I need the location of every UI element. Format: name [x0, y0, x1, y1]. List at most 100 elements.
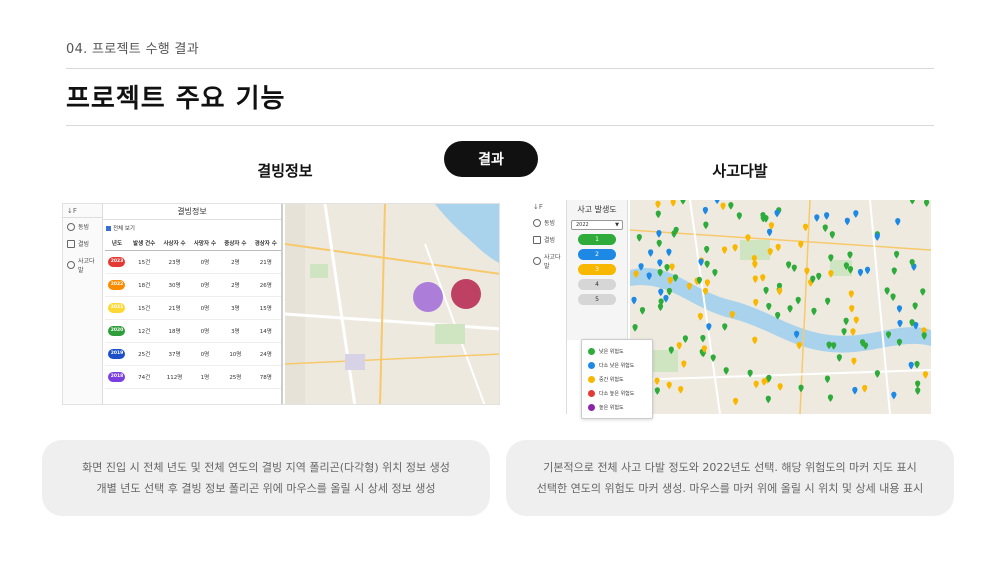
table-cell: 18명 — [159, 319, 190, 343]
sidebar-item-dongbing[interactable]: 동빙 — [529, 214, 566, 231]
frost-caption: 화면 진입 시 전체 년도 및 전체 연도의 결빙 지역 폴리곤(다각형) 위치… — [42, 440, 490, 516]
frost-map[interactable] — [285, 204, 499, 404]
table-cell: 21명 — [159, 296, 190, 320]
sort-icon[interactable]: ↓F — [529, 200, 566, 214]
table-header-cell: 년도 — [105, 236, 129, 251]
risk-level-button[interactable]: 3 — [578, 264, 616, 275]
road-icon — [533, 235, 541, 244]
sidebar-item-label: 사고다발 — [78, 258, 95, 274]
table-row[interactable]: 2022 18건 30명 0명 2명 26명 — [105, 273, 281, 297]
accident-caption: 기본적으로 전체 사고 다발 정도와 2022년도 선택. 해당 위험도의 마커… — [506, 440, 954, 516]
table-cell: 12건 — [128, 319, 160, 343]
table-cell: 0명 — [189, 319, 221, 343]
legend-item: 다소 낮은 위험도 — [588, 358, 646, 372]
sidebar-item-label: 동빙 — [78, 224, 90, 231]
year-cell: 2018 — [105, 365, 129, 389]
sidebar-item-dongbing[interactable]: 동빙 — [63, 218, 102, 235]
frost-table-title: 결빙정보 — [103, 204, 281, 220]
sidebar-item-frost[interactable]: 결빙 — [529, 231, 566, 248]
sort-icon[interactable]: ↓F — [63, 204, 102, 218]
table-row[interactable]: 2020 12건 18명 0명 3명 14명 — [105, 319, 281, 343]
sidebar-item-label: 결빙 — [544, 237, 556, 244]
table-cell: 2명 — [220, 250, 251, 274]
sidebar-item-label: 동빙 — [544, 220, 556, 227]
year-badge[interactable]: 2021 — [108, 303, 126, 313]
legend-label: 다소 높은 위험도 — [599, 390, 635, 397]
table-cell: 78명 — [250, 365, 281, 389]
table-cell: 1명 — [189, 365, 221, 389]
table-cell: 10명 — [220, 342, 251, 366]
year-cell: 2019 — [105, 342, 129, 366]
legend-label: 다소 낮은 위험도 — [599, 362, 635, 369]
table-row[interactable]: 2023 15건 23명 0명 2명 21명 — [105, 250, 281, 274]
risk-legend: 낮은 위험도 다소 낮은 위험도 중간 위험도 다소 높은 위험도 높은 위험도 — [581, 339, 653, 419]
accident-panel-title: 사고다발 — [712, 162, 768, 180]
sidebar-item-accident[interactable]: 사고다발 — [63, 252, 102, 278]
table-cell: 15명 — [250, 296, 281, 320]
minus-circle-icon — [533, 257, 541, 265]
info-icon — [67, 222, 75, 231]
checkbox-icon — [106, 225, 111, 231]
risk-level-button[interactable]: 5 — [578, 294, 616, 305]
table-cell: 24명 — [250, 342, 281, 366]
year-cell: 2021 — [105, 296, 129, 320]
frost-polygon-marker — [451, 279, 481, 309]
legend-dot-icon — [588, 375, 595, 383]
sidebar-item-accident[interactable]: 사고다발 — [529, 248, 566, 274]
year-badge[interactable]: 2022 — [108, 280, 126, 290]
year-cell: 2022 — [105, 273, 129, 297]
risk-level-button[interactable]: 2 — [578, 249, 616, 260]
table-cell: 15건 — [128, 296, 160, 320]
table-cell: 21명 — [250, 250, 281, 274]
risk-level-button[interactable]: 1 — [578, 234, 616, 245]
legend-dot-icon — [588, 389, 595, 397]
table-row[interactable]: 2019 25건 37명 0명 10명 24명 — [105, 342, 281, 366]
caption-line: 개별 년도 선택 후 결빙 정보 폴리곤 위에 마우스를 올릴 시 상세 정보 … — [96, 482, 436, 495]
frost-table: 년도 발생 건수 사상자 수 사망자 수 중상자 수 경상자 수 2023 15건 23명 0명… — [105, 236, 281, 389]
year-badge[interactable]: 2018 — [108, 372, 126, 382]
frost-polygon-marker — [413, 282, 443, 312]
section-label: 04. 프로젝트 수행 결과 — [66, 42, 199, 57]
table-cell: 25건 — [128, 342, 160, 366]
risk-level-button[interactable]: 4 — [578, 279, 616, 290]
sidebar-item-frost[interactable]: 결빙 — [63, 235, 102, 252]
show-all-checkbox[interactable]: 전체 보기 — [103, 220, 281, 236]
table-cell: 25명 — [220, 365, 251, 389]
table-row[interactable]: 2018 74건 112명 1명 25명 78명 — [105, 365, 281, 389]
table-row[interactable]: 2021 15건 21명 0명 3명 15명 — [105, 296, 281, 320]
table-header-cell: 경상자 수 — [250, 236, 281, 251]
table-cell: 37명 — [159, 342, 190, 366]
minus-circle-icon — [67, 261, 75, 269]
risk-level-list: 1 2 3 4 5 — [567, 234, 627, 305]
year-select[interactable]: 2022 ▼ — [571, 220, 623, 230]
checkbox-label: 전체 보기 — [113, 226, 135, 232]
table-cell: 0명 — [189, 273, 221, 297]
table-cell: 0명 — [189, 342, 221, 366]
table-header-cell: 발생 건수 — [128, 236, 160, 251]
page-title: 프로젝트 주요 기능 — [66, 84, 286, 114]
year-badge[interactable]: 2023 — [108, 257, 126, 267]
frost-panel-title: 결빙정보 — [257, 162, 313, 180]
table-cell: 26명 — [250, 273, 281, 297]
table-cell: 3명 — [220, 296, 251, 320]
table-cell: 2명 — [220, 273, 251, 297]
legend-dot-icon — [588, 403, 595, 411]
accident-map[interactable] — [630, 200, 931, 414]
caption-line: 기본적으로 전체 사고 다발 정도와 2022년도 선택. 해당 위험도의 마커… — [543, 461, 917, 474]
table-cell: 18건 — [128, 273, 160, 297]
table-cell: 15건 — [128, 250, 160, 274]
table-cell: 112명 — [159, 365, 190, 389]
caption-line: 선택한 연도의 위험도 마커 생성. 마우스를 마커 위에 올릴 시 위치 및 … — [536, 482, 924, 495]
accident-control-panel: 사고 발생도 2022 ▼ 1 2 3 4 5 — [567, 200, 628, 340]
table-cell: 14명 — [250, 319, 281, 343]
table-cell: 0명 — [189, 296, 221, 320]
table-cell: 30명 — [159, 273, 190, 297]
legend-label: 중간 위험도 — [599, 376, 624, 383]
year-badge[interactable]: 2020 — [108, 326, 126, 336]
year-badge[interactable]: 2019 — [108, 349, 126, 359]
table-header-cell: 중상자 수 — [220, 236, 251, 251]
legend-dot-icon — [588, 361, 595, 369]
frost-screenshot: ↓F 동빙 결빙 사고다발 결빙정보 전체 보기 년도 발생 건수 사상자 수 사망자… — [62, 203, 500, 405]
table-cell: 74건 — [128, 365, 160, 389]
legend-item: 중간 위험도 — [588, 372, 646, 386]
